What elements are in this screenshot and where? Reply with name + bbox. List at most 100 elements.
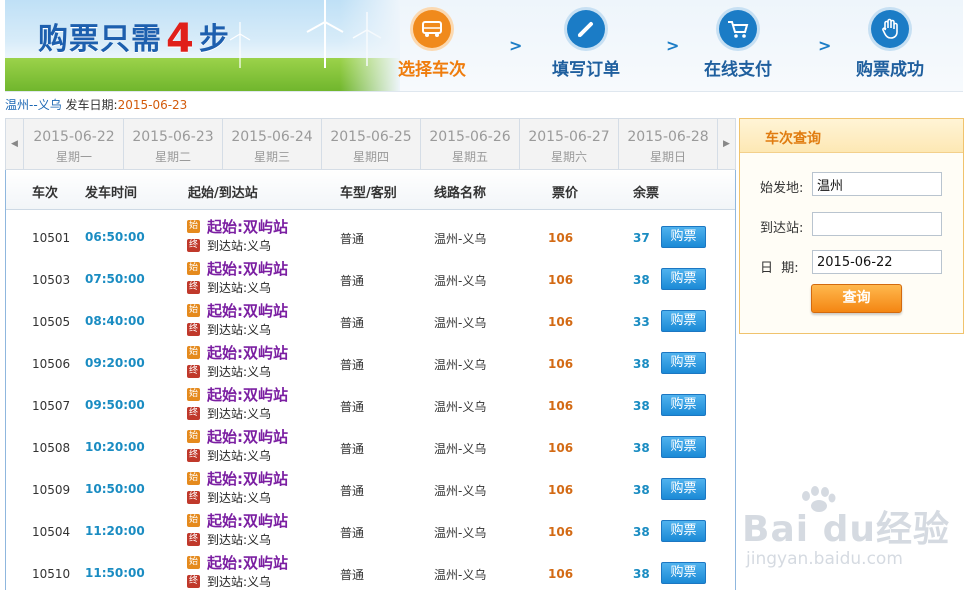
buy-ticket-button[interactable]: 购票 xyxy=(661,352,706,374)
start-station[interactable]: 起始:双屿站 xyxy=(207,468,288,489)
departure-date-label: 发车日期: xyxy=(65,98,118,112)
start-station[interactable]: 起始:双屿站 xyxy=(207,342,288,363)
table-row: 10510 11:50:00 始起始:双屿站终到达站:义乌 普通 温州-义乌 106 38 购… xyxy=(6,550,735,590)
buy-ticket-button[interactable]: 购票 xyxy=(661,226,706,248)
bus-type: 普通 xyxy=(340,568,365,582)
ticket-price: 106 xyxy=(548,399,574,413)
buy-ticket-button[interactable]: 购票 xyxy=(661,310,706,332)
banner-title-number: 4 xyxy=(166,16,195,62)
table-row: 10509 10:50:00 始起始:双屿站终到达站:义乌 普通 温州-义乌 106 38 购… xyxy=(6,466,735,508)
cart-icon xyxy=(719,10,757,48)
date-tab-date: 2015-06-25 xyxy=(330,129,412,145)
date-tab[interactable]: 2015-06-26 星期五 xyxy=(421,119,520,169)
start-station[interactable]: 起始:双屿站 xyxy=(207,510,288,531)
end-station: 到达站:义乌 xyxy=(207,407,272,421)
start-station[interactable]: 起始:双屿站 xyxy=(207,300,288,321)
header-line-name: 线路名称 xyxy=(434,186,487,201)
buy-ticket-button[interactable]: 购票 xyxy=(661,562,706,584)
schedule-table: 车次 发车时间 起始/到达站 车型/客别 线路名称 票价 余票 10501 06:… xyxy=(5,170,736,590)
from-field[interactable] xyxy=(812,172,942,196)
stations: 始起始:双屿站终到达站:义乌 xyxy=(187,386,288,422)
train-number: 10503 xyxy=(32,273,71,287)
to-label: 到达站: xyxy=(760,221,804,236)
paw-icon xyxy=(802,486,836,512)
buy-ticket-button[interactable]: 购票 xyxy=(661,520,706,542)
train-number: 10506 xyxy=(32,357,71,371)
buy-ticket-button[interactable]: 购票 xyxy=(661,478,706,500)
date-tab[interactable]: 2015-06-28 星期日 xyxy=(619,119,718,169)
to-field[interactable] xyxy=(812,212,942,236)
bus-type: 普通 xyxy=(340,526,365,540)
pencil-icon xyxy=(567,10,605,48)
search-button[interactable]: 查询 xyxy=(811,284,902,313)
date-tab-weekday: 星期五 xyxy=(451,150,488,164)
buy-ticket-button[interactable]: 购票 xyxy=(661,394,706,416)
date-tab[interactable]: 2015-06-25 星期四 xyxy=(322,119,421,169)
date-label: 日 期: xyxy=(760,261,799,276)
stations: 始起始:双屿站终到达站:义乌 xyxy=(187,302,288,338)
buy-ticket-button[interactable]: 购票 xyxy=(661,268,706,290)
stations: 始起始:双屿站终到达站:义乌 xyxy=(187,428,288,464)
date-tab-weekday: 星期三 xyxy=(253,150,290,164)
train-number: 10501 xyxy=(32,231,71,245)
date-tab[interactable]: 2015-06-23 星期二 xyxy=(124,119,223,169)
start-station[interactable]: 起始:双屿站 xyxy=(207,552,288,573)
seats-left: 38 xyxy=(633,441,650,455)
ticket-price: 106 xyxy=(548,315,574,329)
triangle-right-icon[interactable]: ▶ xyxy=(717,119,735,169)
step-purchase-success: 购票成功 xyxy=(825,10,955,84)
bus-type: 普通 xyxy=(340,358,365,372)
date-selector: ◀ 2015-06-22 星期一 2015-06-23 星期二 2015-06-… xyxy=(5,118,736,170)
banner-illustration: 购票只需 4 步 xyxy=(5,0,400,91)
date-tab[interactable]: 2015-06-27 星期六 xyxy=(520,119,619,169)
train-number: 10505 xyxy=(32,315,71,329)
route-to[interactable]: 义乌 xyxy=(38,98,62,112)
start-station[interactable]: 起始:双屿站 xyxy=(207,258,288,279)
steps-banner: 购票只需 4 步 选择车次 > 填写订单 > 在线支付 > 购票成功 xyxy=(5,0,963,92)
date-tab[interactable]: 2015-06-24 星期三 xyxy=(223,119,322,169)
start-station[interactable]: 起始:双屿站 xyxy=(207,384,288,405)
seats-left: 38 xyxy=(633,273,650,287)
date-tab-date: 2015-06-28 xyxy=(627,129,709,145)
end-station: 到达站:义乌 xyxy=(207,575,272,589)
start-station[interactable]: 起始:双屿站 xyxy=(207,426,288,447)
route-from[interactable]: 温州 xyxy=(5,98,29,112)
date-tab-weekday: 星期二 xyxy=(154,150,191,164)
banner-title-prefix: 购票只需 xyxy=(38,22,162,57)
departure-time: 10:20:00 xyxy=(85,440,145,454)
departure-time: 06:50:00 xyxy=(85,230,145,244)
header-bus-type: 车型/客别 xyxy=(340,186,397,201)
header-departure-time: 发车时间 xyxy=(85,186,138,201)
table-row: 10506 09:20:00 始起始:双屿站终到达站:义乌 普通 温州-义乌 106 38 购… xyxy=(6,340,735,382)
departure-time: 11:50:00 xyxy=(85,566,145,580)
bus-type: 普通 xyxy=(340,484,365,498)
search-panel: 车次查询 始发地: 到达站: 日 期: 查询 xyxy=(739,118,964,334)
table-row: 10503 07:50:00 始起始:双屿站终到达站:义乌 普通 温州-义乌 106 38 购… xyxy=(6,256,735,298)
header-stations: 起始/到达站 xyxy=(188,186,258,201)
date-tab-date: 2015-06-27 xyxy=(528,129,610,145)
from-label: 始发地: xyxy=(760,181,804,196)
bus-type: 普通 xyxy=(340,232,365,246)
date-field[interactable] xyxy=(812,250,942,274)
watermark-logo: Bai du经验 xyxy=(742,509,951,550)
end-station: 到达站:义乌 xyxy=(207,449,272,463)
date-tab-weekday: 星期一 xyxy=(55,150,92,164)
end-station: 到达站:义乌 xyxy=(207,491,272,505)
header-seats-left: 余票 xyxy=(633,186,660,201)
start-tag-icon: 始 xyxy=(187,304,200,317)
seats-left: 38 xyxy=(633,357,650,371)
line-name: 温州-义乌 xyxy=(434,400,487,414)
date-tab[interactable]: 2015-06-22 星期一 xyxy=(25,119,124,169)
buy-ticket-button[interactable]: 购票 xyxy=(661,436,706,458)
step-select-train: 选择车次 xyxy=(367,10,497,84)
start-tag-icon: 始 xyxy=(187,262,200,275)
end-station: 到达站:义乌 xyxy=(207,239,272,253)
line-name: 温州-义乌 xyxy=(434,316,487,330)
date-tab-date: 2015-06-23 xyxy=(132,129,214,145)
departure-time: 09:20:00 xyxy=(85,356,145,370)
triangle-left-icon[interactable]: ◀ xyxy=(6,119,24,169)
train-number: 10507 xyxy=(32,399,71,413)
line-name: 温州-义乌 xyxy=(434,442,487,456)
start-station[interactable]: 起始:双屿站 xyxy=(207,216,288,237)
train-number: 10510 xyxy=(32,567,71,581)
